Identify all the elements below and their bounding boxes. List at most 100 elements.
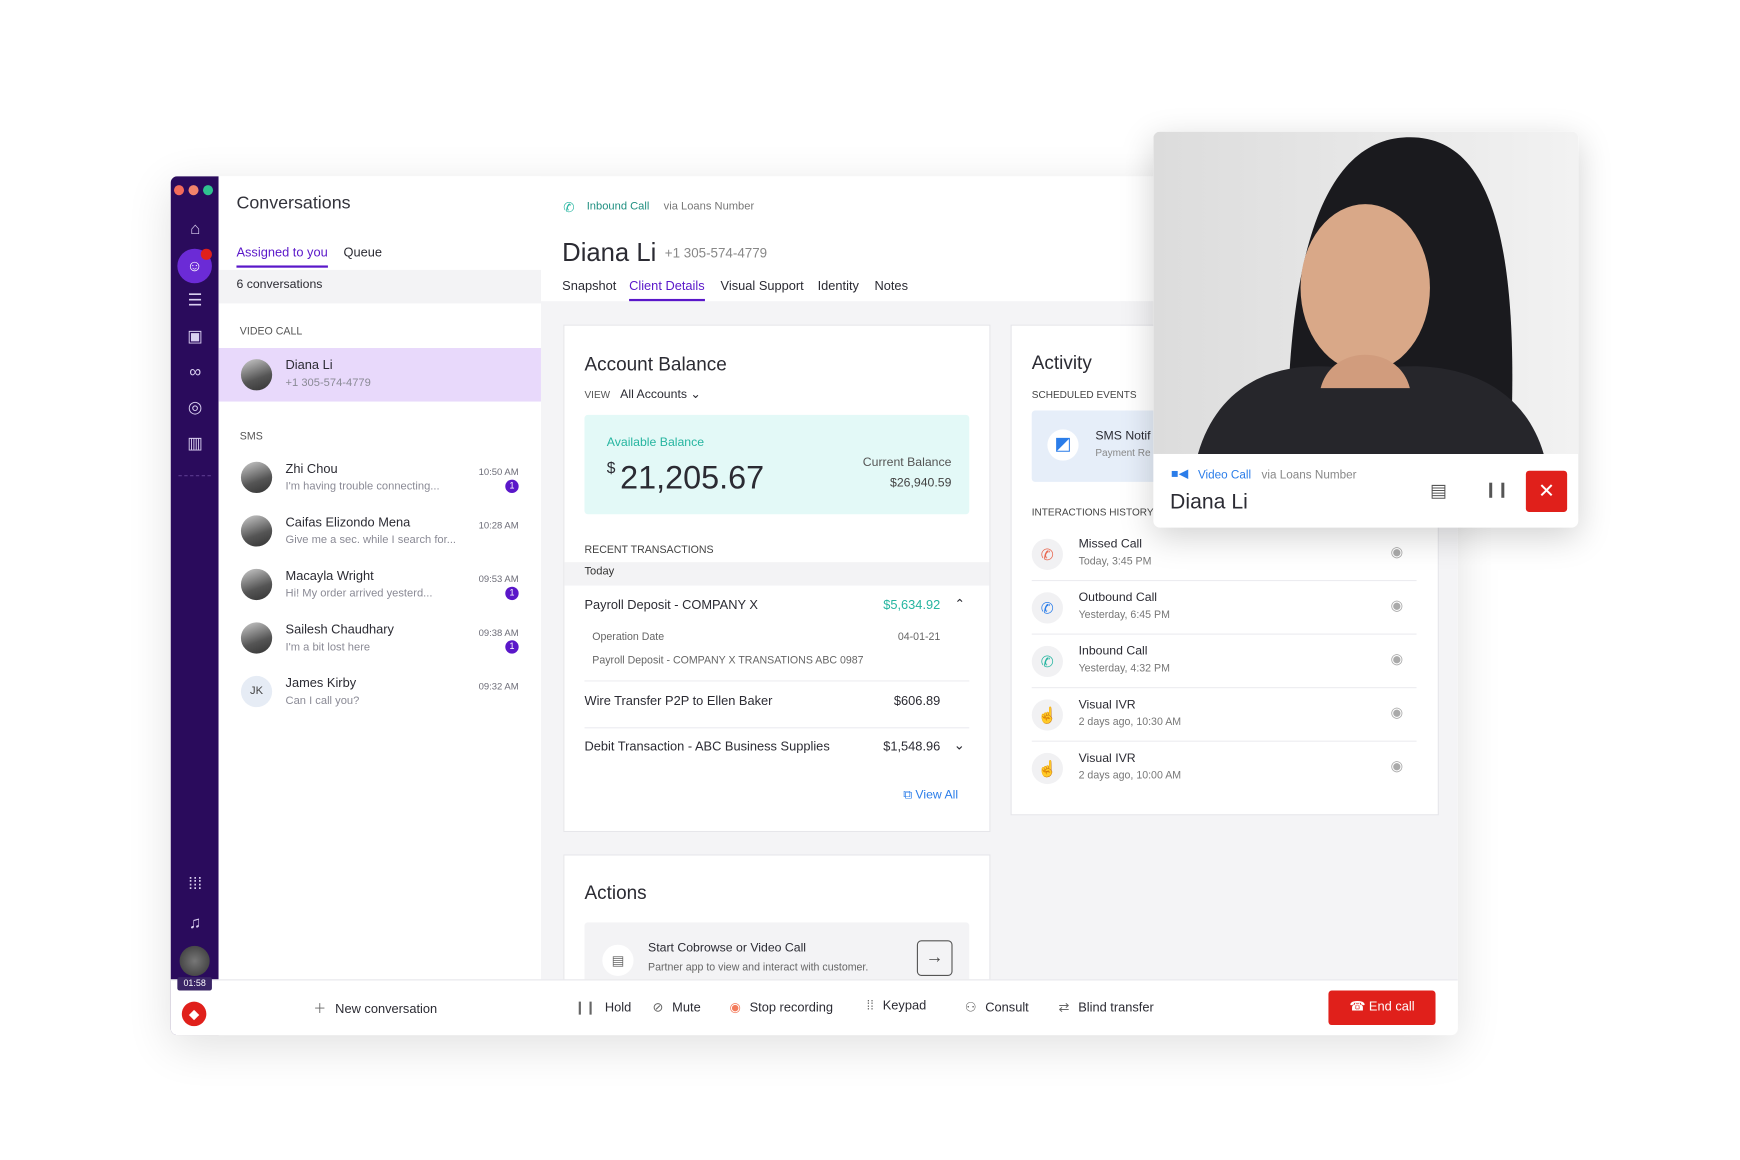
interaction-item[interactable]: ☝ Visual IVR 2 days ago, 10:30 AM ◉ xyxy=(1031,688,1417,742)
tab-visual-support[interactable]: Visual Support xyxy=(721,280,804,293)
window-minimize-dot[interactable] xyxy=(188,185,199,196)
interaction-time: Yesterday, 4:32 PM xyxy=(1078,662,1170,675)
tab-snapshot[interactable]: Snapshot xyxy=(562,280,616,293)
window-maximize-dot[interactable] xyxy=(203,185,214,196)
eye-icon[interactable]: ◉ xyxy=(1391,704,1404,722)
conversation-item[interactable]: JK James Kirby Can I call you? 09:32 AM xyxy=(219,667,541,721)
button-label: Blind transfer xyxy=(1078,1001,1154,1016)
voicemail-icon[interactable]: ∞ xyxy=(184,361,206,383)
interaction-item[interactable]: ✆ Missed Call Today, 3:45 PM ◉ xyxy=(1031,528,1417,582)
interaction-time: 2 days ago, 10:30 AM xyxy=(1078,716,1182,729)
message-preview: Give me a sec. while I search for... xyxy=(285,534,457,547)
interaction-title: Outbound Call xyxy=(1078,591,1158,605)
apps-grid-icon[interactable]: ⁞⁞⁞ xyxy=(184,873,206,895)
interaction-item[interactable]: ☝ Visual IVR 2 days ago, 10:00 AM ◉ xyxy=(1031,742,1417,796)
view-all-label: View All xyxy=(915,788,959,802)
new-conversation-button[interactable]: ＋ New conversation xyxy=(313,999,437,1017)
layout-toggle-icon[interactable]: ▤ xyxy=(1430,480,1447,502)
conversations-icon[interactable]: ☺ xyxy=(177,248,212,284)
book-icon[interactable]: ▥ xyxy=(184,433,206,455)
transaction-description: Payroll Deposit - COMPANY X TRANSATIONS … xyxy=(592,654,864,668)
keypad-button[interactable]: ⁞⁞ Keypad xyxy=(867,999,927,1012)
home-icon[interactable]: ⌂ xyxy=(184,219,206,241)
view-label: VIEW xyxy=(584,389,611,401)
tab-notes[interactable]: Notes xyxy=(874,280,908,293)
contacts-icon[interactable]: ▣ xyxy=(184,326,206,348)
card-title: Account Balance xyxy=(584,353,727,375)
transaction-row[interactable]: Debit Transaction - ABC Business Supplie… xyxy=(584,728,969,775)
tab-client-details[interactable]: Client Details xyxy=(629,280,705,302)
conversation-item[interactable]: Macayla Wright Hi! My order arrived yest… xyxy=(219,560,541,614)
outbound-call-icon: ✆ xyxy=(1031,592,1063,624)
day-label: Today xyxy=(584,565,615,578)
caller-video-feed xyxy=(1153,131,1579,454)
interaction-item[interactable]: ✆ Outbound Call Yesterday, 6:45 PM ◉ xyxy=(1031,581,1417,635)
list-icon[interactable]: ☰ xyxy=(184,290,206,312)
sms-icon: ◩ xyxy=(1047,429,1079,461)
tab-identity[interactable]: Identity xyxy=(818,280,859,293)
consult-button[interactable]: ⚇ Consult xyxy=(965,999,1029,1015)
conversation-item[interactable]: Sailesh Chaudhary I'm a bit lost here 09… xyxy=(219,613,541,667)
stop-recording-button[interactable]: ◉ Stop recording xyxy=(729,999,833,1015)
hangup-icon: ☎ xyxy=(1349,1000,1366,1014)
pause-video-icon[interactable]: ❙❙ xyxy=(1485,481,1509,499)
contact-name: Macayla Wright xyxy=(285,569,374,584)
message-preview: I'm a bit lost here xyxy=(285,641,371,654)
message-preview: Hi! My order arrived yesterd... xyxy=(285,587,433,601)
interaction-time: Today, 3:45 PM xyxy=(1078,555,1152,568)
unread-badge: 1 xyxy=(505,586,519,601)
tab-queue[interactable]: Queue xyxy=(344,247,383,260)
message-preview: Can I call you? xyxy=(285,694,360,708)
chevron-down-icon[interactable]: ⌄ xyxy=(954,737,965,753)
message-time: 09:32 AM xyxy=(478,680,519,692)
keypad-icon: ⁞⁞ xyxy=(866,999,874,1013)
conversation-item[interactable]: Caifas Elizondo Mena Give me a sec. whil… xyxy=(219,506,541,560)
balance-summary: Available Balance $ 21,205.67 Current Ba… xyxy=(584,414,970,515)
agent-icon[interactable]: ◎ xyxy=(184,397,206,419)
close-video-button[interactable]: ✕ xyxy=(1525,470,1568,512)
chevron-up-icon[interactable]: ⌃ xyxy=(955,597,965,611)
conversation-item[interactable]: Zhi Chou I'm having trouble connecting..… xyxy=(219,453,541,507)
eye-icon[interactable]: ◉ xyxy=(1391,757,1404,775)
view-all-icon: ⧉ xyxy=(903,788,912,802)
end-call-button[interactable]: ☎ End call xyxy=(1328,990,1436,1026)
cobrowse-icon: ▤ xyxy=(602,944,634,976)
transaction-row-expanded[interactable]: Payroll Deposit - COMPANY X $5,634.92 ⌃ … xyxy=(584,586,970,682)
call-via: via Loans Number xyxy=(663,200,755,214)
contact-name: Sailesh Chaudhary xyxy=(285,623,394,637)
interaction-item[interactable]: ✆ Inbound Call Yesterday, 4:32 PM ◉ xyxy=(1031,635,1417,689)
eye-icon[interactable]: ◉ xyxy=(1391,543,1404,561)
currency-symbol: $ xyxy=(606,458,616,477)
arrow-right-icon[interactable]: → xyxy=(916,940,953,976)
contact-name: James Kirby xyxy=(285,677,357,691)
account-filter-dropdown[interactable]: All Accounts ⌄ xyxy=(620,387,701,401)
notification-badge xyxy=(200,248,212,260)
tab-assigned[interactable]: Assigned to you xyxy=(236,247,328,268)
hold-button[interactable]: ❙❙ Hold xyxy=(574,999,631,1015)
interaction-time: 2 days ago, 10:00 AM xyxy=(1078,769,1182,782)
agent-avatar[interactable] xyxy=(179,945,210,976)
unread-badge: 1 xyxy=(505,640,519,654)
action-description: Partner app to view and interact with cu… xyxy=(648,961,869,974)
card-title: Actions xyxy=(584,882,647,904)
video-camera-icon: ■◀ xyxy=(1171,467,1189,481)
status-icon[interactable]: ◆ xyxy=(181,1001,207,1027)
section-sms: SMS xyxy=(239,430,263,443)
view-all-link[interactable]: ⧉ View All xyxy=(903,789,958,804)
avatar xyxy=(240,568,273,601)
message-preview: I'm having trouble connecting... xyxy=(285,480,440,494)
transaction-amount: $1,548.96 xyxy=(883,740,941,755)
conversation-item-diana-li[interactable]: Diana Li +1 305-574-4779 xyxy=(218,348,541,402)
current-balance: $26,940.59 xyxy=(890,476,952,490)
transaction-row[interactable]: Wire Transfer P2P to Ellen Baker $606.89 xyxy=(584,682,970,729)
available-label: Available Balance xyxy=(606,436,705,450)
eye-icon[interactable]: ◉ xyxy=(1391,650,1404,668)
window-close-dot[interactable] xyxy=(174,185,185,196)
mute-button[interactable]: ⊘ Mute xyxy=(653,999,701,1015)
button-label: End call xyxy=(1368,1000,1415,1014)
card-title: Activity xyxy=(1031,352,1092,374)
eye-icon[interactable]: ◉ xyxy=(1391,597,1404,615)
conversation-count: 6 conversations xyxy=(236,277,323,292)
blind-transfer-button[interactable]: ⇄ Blind transfer xyxy=(1059,999,1154,1015)
bell-icon[interactable]: ♫ xyxy=(184,912,206,934)
